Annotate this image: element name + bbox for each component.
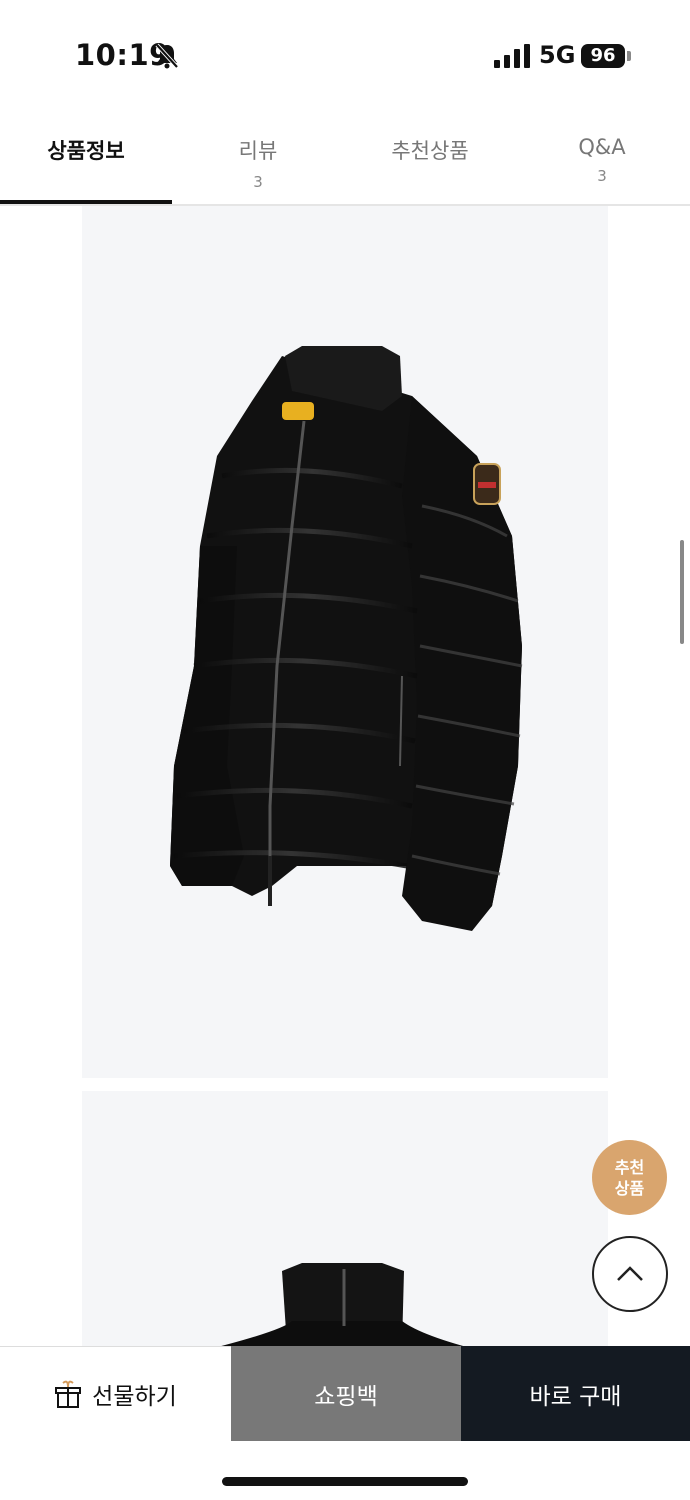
tab-count: 3 [597,167,607,185]
gift-icon [55,1380,82,1408]
chevron-up-icon [617,1266,643,1281]
recommend-products-button[interactable]: 추천 상품 [592,1140,667,1215]
battery-tip [627,51,631,61]
collar-tab [282,402,314,420]
bell-slash-icon [155,43,179,69]
home-indicator[interactable] [222,1477,468,1486]
tab-label: Q&A [578,135,626,159]
shopping-bag-button[interactable]: 쇼핑백 [231,1346,461,1441]
scrollbar[interactable] [680,540,684,644]
status-bar: 10:19 5G 96 [0,0,690,110]
jacket-side-view-image [170,346,523,931]
active-tab-indicator [0,200,172,204]
product-image [82,206,608,1078]
product-tabs: 상품정보 리뷰 3 추천상품 Q&A 3 [0,110,690,206]
gift-label: 선물하기 [92,1384,177,1410]
tab-label: 추천상품 [391,139,469,163]
tab-qna[interactable]: Q&A 3 [516,110,688,204]
buy-now-button[interactable]: 바로 구매 [461,1346,690,1441]
tab-count [344,165,516,173]
scroll-to-top-button[interactable] [592,1236,668,1312]
product-image [82,1091,608,1351]
recommend-line-1: 추천 [614,1157,645,1177]
network-label: 5G [539,41,576,69]
bottom-action-bar: 선물하기 쇼핑백 바로 구매 [0,1346,690,1441]
jacket-back-view-image [202,1263,482,1351]
tab-label: 상품정보 [47,139,125,163]
tab-reviews[interactable]: 리뷰 3 [172,110,344,204]
tab-label: 리뷰 [238,139,278,163]
tab-count [0,165,172,173]
signal-icon [494,44,530,68]
battery-indicator: 96 [581,44,625,68]
product-detail-screen: 10:19 5G 96 상품정보 리뷰 3 추천상품 Q&A 3 추천 상품 선… [0,0,690,1500]
tab-recommended[interactable]: 추천상품 [344,110,516,204]
recommend-line-2: 상품 [614,1178,645,1198]
buy-now-label: 바로 구매 [529,1383,622,1410]
tab-count: 3 [253,173,263,191]
shopping-bag-label: 쇼핑백 [314,1383,378,1410]
tab-product-info[interactable]: 상품정보 [0,110,172,204]
gift-button[interactable]: 선물하기 [0,1346,231,1441]
